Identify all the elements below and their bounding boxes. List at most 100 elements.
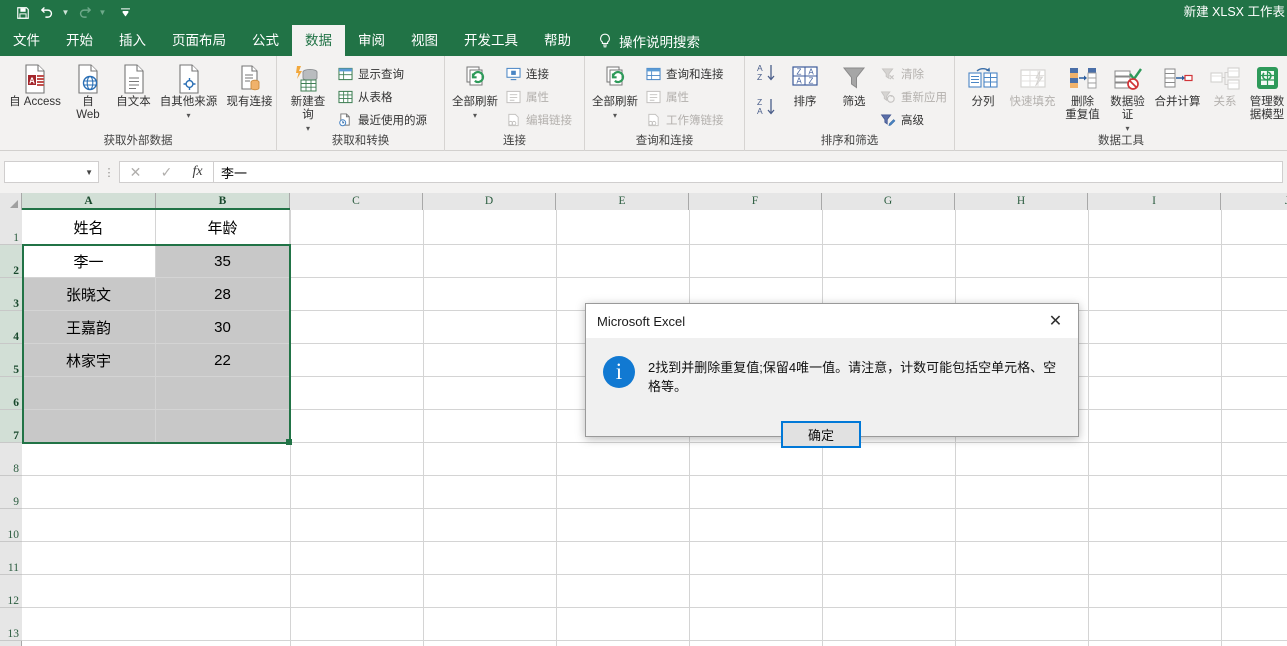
ribbon-button-from-access[interactable]: A 自 Access — [4, 62, 66, 109]
row-header-5[interactable]: 5 — [0, 344, 22, 377]
cell-a2[interactable]: 李一 — [22, 245, 156, 278]
ribbon-button-from-table[interactable]: 从表格 — [337, 86, 393, 108]
row-header-8[interactable]: 8 — [0, 443, 22, 476]
formula-input[interactable]: 李一 — [214, 161, 1283, 183]
tab-help[interactable]: 帮助 — [531, 25, 584, 56]
ribbon-button-consolidate[interactable]: 合并计算 — [1150, 62, 1205, 109]
ribbon-button-data-validation[interactable]: 数据验 证 ▾ — [1105, 62, 1150, 135]
ribbon-button-connections[interactable]: 连接 — [505, 63, 549, 85]
ribbon-button-manage-data-model[interactable]: 管理数 据模型 — [1245, 62, 1287, 122]
ribbon-button-edit-links: 编辑链接 — [505, 109, 572, 131]
column-header-g[interactable]: G — [822, 193, 955, 210]
ribbon-button-queries-and-connections[interactable]: 查询和连接 — [645, 63, 724, 85]
row-header-13[interactable]: 13 — [0, 608, 22, 641]
ribbon-button-clear-filter: 清除 — [880, 63, 924, 85]
tab-file[interactable]: 文件 — [0, 25, 53, 56]
cell-a3[interactable]: 张晓文 — [22, 278, 156, 311]
column-header-c[interactable]: C — [290, 193, 423, 210]
cell-b2[interactable]: 35 — [156, 245, 290, 278]
cell-b5[interactable]: 22 — [156, 344, 290, 377]
ribbon-button-show-queries[interactable]: 显示查询 — [337, 63, 404, 85]
ribbon-button-recent-sources[interactable]: 最近使用的源 — [337, 109, 427, 131]
ribbon-label-text-to-columns: 分列 — [971, 96, 995, 108]
redo-dropdown-icon[interactable]: ▼ — [97, 2, 108, 24]
cell-b6[interactable] — [156, 377, 290, 410]
column-header-j[interactable]: J — [1221, 193, 1287, 210]
cell-a1[interactable]: 姓名 — [22, 210, 156, 245]
row-header-12[interactable]: 12 — [0, 575, 22, 608]
ribbon-label-refresh-all-2: 全部刷新 — [592, 96, 638, 108]
undo-dropdown-icon[interactable]: ▼ — [60, 2, 71, 24]
insert-function-icon[interactable]: fx — [182, 162, 213, 182]
chevron-down-icon[interactable]: ▼ — [85, 168, 93, 177]
cell-b1[interactable]: 年龄 — [156, 210, 290, 245]
cell-b3[interactable]: 28 — [156, 278, 290, 311]
cell-b7[interactable] — [156, 410, 290, 443]
cell-a4[interactable]: 王嘉韵 — [22, 311, 156, 344]
ribbon-button-from-text[interactable]: 自文本 — [110, 62, 157, 109]
ribbon-button-new-query[interactable]: 新建查 询 ▾ — [283, 62, 333, 135]
tab-data[interactable]: 数据 — [292, 25, 345, 56]
close-icon[interactable]: ✕ — [1033, 304, 1078, 337]
tab-review[interactable]: 审阅 — [345, 25, 398, 56]
formula-bar-grip[interactable]: ⋮ — [99, 166, 119, 179]
column-header-f[interactable]: F — [689, 193, 822, 210]
ribbon-button-from-web[interactable]: 自 Web — [66, 62, 110, 122]
tab-home[interactable]: 开始 — [53, 25, 106, 56]
ribbon-button-refresh-all[interactable]: 全部刷新 ▾ — [449, 62, 501, 122]
tab-page-layout[interactable]: 页面布局 — [159, 25, 239, 56]
row-header-2[interactable]: 2 — [0, 245, 22, 278]
fill-handle[interactable] — [286, 439, 292, 445]
row-header-6[interactable]: 6 — [0, 377, 22, 410]
ribbon-button-refresh-all-2[interactable]: 全部刷新 ▾ — [589, 62, 641, 122]
ribbon-button-sort-za[interactable]: ZA — [753, 94, 779, 120]
ribbon-button-filter[interactable]: 筛选 — [832, 62, 876, 109]
tab-insert[interactable]: 插入 — [106, 25, 159, 56]
column-header-i[interactable]: I — [1088, 193, 1221, 210]
tab-view[interactable]: 视图 — [398, 25, 451, 56]
column-header-e[interactable]: E — [556, 193, 689, 210]
row-header-9[interactable]: 9 — [0, 476, 22, 509]
ribbon-group-queries-connections: 全部刷新 ▾ 查询和连接 属性 工作簿链接 查询和连接 — [585, 56, 745, 151]
column-header-h[interactable]: H — [955, 193, 1088, 210]
redo-icon[interactable] — [73, 2, 95, 24]
column-header-d[interactable]: D — [423, 193, 556, 210]
existing-connection-icon — [222, 62, 277, 96]
row-header-10[interactable]: 10 — [0, 509, 22, 542]
ok-button[interactable]: 确定 — [781, 421, 861, 448]
ribbon-group-label-connections: 连接 — [503, 135, 526, 147]
tell-me-search[interactable]: 操作说明搜索 — [584, 25, 700, 56]
ribbon-button-sort[interactable]: ZAAZ 排序 — [783, 62, 827, 109]
cell-a6[interactable] — [22, 377, 156, 410]
connections-icon — [505, 66, 521, 82]
ribbon-button-existing-connections[interactable]: 现有连接 — [222, 62, 277, 109]
ribbon-button-from-other-sources[interactable]: 自其他来源 ▾ — [157, 62, 220, 122]
ribbon: A 自 Access 自 Web 自文本 自其他来源 ▾ 现有连接 获取外部数据… — [0, 56, 1287, 151]
row-header-7[interactable]: 7 — [0, 410, 22, 443]
ribbon-button-sort-az[interactable]: AZ — [753, 60, 779, 86]
ribbon-button-relationships: 关系 — [1205, 62, 1245, 109]
ribbon-button-advanced-filter[interactable]: 高级 — [880, 109, 924, 131]
cell-b4[interactable]: 30 — [156, 311, 290, 344]
row-header-11[interactable]: 11 — [0, 542, 22, 575]
cell-a5[interactable]: 林家宇 — [22, 344, 156, 377]
ribbon-button-remove-duplicates[interactable]: 删除 重复值 — [1060, 62, 1105, 122]
customize-qat-icon[interactable] — [114, 2, 136, 24]
tab-developer[interactable]: 开发工具 — [451, 25, 531, 56]
select-all-corner[interactable] — [0, 193, 22, 210]
row-header-1[interactable]: 1 — [0, 210, 22, 245]
cancel-icon[interactable]: ✕ — [120, 162, 151, 182]
ribbon-button-text-to-columns[interactable]: 分列 — [961, 62, 1005, 109]
enter-icon[interactable]: ✓ — [151, 162, 182, 182]
dialog-title-bar: Microsoft Excel ✕ — [586, 304, 1078, 338]
row-header-4[interactable]: 4 — [0, 311, 22, 344]
name-box[interactable]: ▼ — [4, 161, 99, 183]
chevron-down-icon[interactable]: ▾ — [613, 111, 617, 120]
chevron-down-icon[interactable]: ▾ — [473, 111, 477, 120]
row-header-3[interactable]: 3 — [0, 278, 22, 311]
save-icon[interactable] — [12, 2, 34, 24]
tab-formulas[interactable]: 公式 — [239, 25, 292, 56]
undo-icon[interactable] — [36, 2, 58, 24]
cell-a7[interactable] — [22, 410, 156, 443]
chevron-down-icon[interactable]: ▾ — [186, 111, 190, 120]
